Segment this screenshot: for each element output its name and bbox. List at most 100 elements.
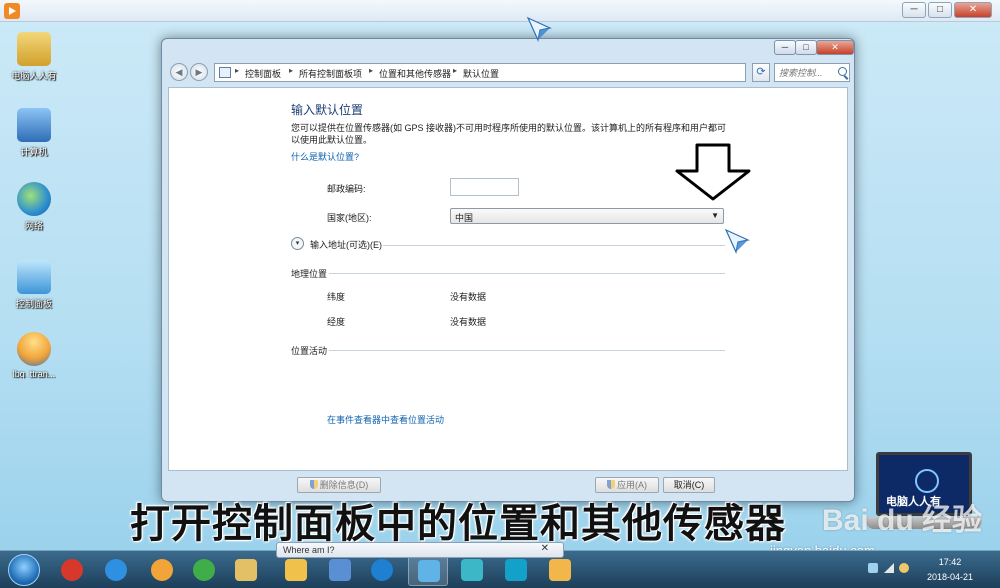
desktop-icon-computer[interactable]: 计算机 [6,108,62,158]
headset-icon [505,559,527,581]
divider [329,350,725,351]
outer-close-button[interactable]: ✕ [954,2,992,18]
enter-address-toggle[interactable]: 输入地址(可选)(E) [310,238,382,251]
postal-code-label: 邮政编码: [327,184,366,194]
taskbar-app-jiang-app[interactable] [52,554,92,586]
taskbar-app-ie[interactable] [96,554,136,586]
search-icon[interactable] [838,67,847,76]
clock-date: 2018-04-21 [926,572,974,582]
control-panel-icon [418,560,440,582]
country-label: 国家(地区): [327,213,372,223]
taskbar-app-media-player[interactable] [142,554,182,586]
what-is-default-location-link[interactable]: 什么是默认位置? [291,150,359,163]
back-button[interactable]: ◀ [170,63,188,81]
divider [329,273,725,274]
taskbar-app-headset[interactable] [496,554,536,586]
breadcrumb-separator-icon[interactable]: ▸ [289,66,293,75]
media-file-icon [17,332,51,366]
pinwheel-icon [461,559,483,581]
breadcrumb-location-sensors[interactable]: 位置和其他传感器 [379,67,451,80]
latitude-value: 没有数据 [450,292,487,302]
edge-like-icon [371,559,393,581]
window-maximize-button[interactable]: □ [795,40,817,55]
page-title: 输入默认位置 [291,103,364,117]
taskbar-app-control-panel[interactable] [408,554,448,586]
preview-title: Where am I? [283,545,335,555]
taskbar-app-folder[interactable] [276,554,316,586]
control-panel-small-icon [219,67,231,78]
system-clock[interactable]: 17:42 2018-04-21 [924,555,976,585]
postal-code-input[interactable] [450,178,519,196]
jiang-app-icon [61,559,83,581]
expand-chevron-icon[interactable]: ▾ [291,237,304,250]
chevron-down-icon: ▼ [711,211,719,220]
taskbar-app-pinwheel[interactable] [452,554,492,586]
taskbar-app-edge-like[interactable] [362,554,402,586]
longitude-label: 经度 [327,317,346,327]
ie-icon [105,559,127,581]
outer-maximize-button[interactable]: □ [928,2,952,18]
breadcrumb-all-items[interactable]: 所有控制面板项 [299,67,362,80]
desktop-icon-label: lbq_ttran... [12,369,56,379]
breadcrumb-separator-icon[interactable]: ▸ [369,66,373,75]
taskbar-app-document[interactable] [320,554,360,586]
delete-info-label: 删除信息(D) [319,480,369,490]
location-activity-heading: 位置活动 [291,346,328,356]
longitude-value: 没有数据 [450,317,487,327]
chrome-icon [193,559,215,581]
apply-label: 应用(A) [617,480,647,490]
start-button[interactable] [8,554,40,586]
logo-orb-icon [915,469,939,493]
paint-icon [549,559,571,581]
taskbar-app-chrome[interactable] [184,554,224,586]
breadcrumb-default-location[interactable]: 默认位置 [463,67,499,80]
media-player-icon [151,559,173,581]
computer-icon [17,108,51,142]
window-minimize-button[interactable]: ─ [774,40,796,55]
refresh-button[interactable]: ⟳ [752,63,770,82]
signal-icon[interactable] [884,563,894,573]
forward-button[interactable]: ▶ [190,63,208,81]
volume-icon[interactable] [899,563,909,573]
taskbar-app-explorer[interactable] [226,554,266,586]
baidu-watermark: Bai du 经验 [822,504,983,537]
tray-network-icon[interactable] [868,563,878,573]
taskbar-preview-tooltip[interactable]: Where am I? ✕ [276,542,564,558]
taskbar-app-paint[interactable] [540,554,580,586]
clock-time: 17:42 [938,557,962,567]
country-select[interactable]: 中国 ▼ [450,208,724,224]
desktop-icon-network[interactable]: 网络 [6,182,62,232]
recorder-app-icon [4,3,20,19]
geo-location-heading: 地理位置 [291,269,328,279]
navigation-bar: ◀ ▶ ▸ 控制面板 ▸ 所有控制面板项 ▸ 位置和其他传感器 ▸ 默认位置 ▾… [168,62,850,84]
country-selected-value: 中国 [455,213,474,223]
control-panel-icon [17,260,51,294]
tutorial-caption: 打开控制面板中的位置和其他传感器 [130,500,786,547]
latitude-label: 纬度 [327,292,346,302]
page-description: 您可以提供在位置传感器(如 GPS 接收器)不可用时程序所使用的默认位置。该计算… [291,123,727,145]
network-globe-icon [17,182,51,216]
search-input[interactable] [779,66,833,79]
outer-minimize-button[interactable]: ─ [902,2,926,18]
breadcrumb-separator-icon[interactable]: ▸ [453,66,457,75]
desktop-icon-media[interactable]: lbq_ttran... [6,332,62,379]
desktop-icon-control-panel[interactable]: 控制面板 [6,260,62,310]
breadcrumb-separator-icon: ▸ [235,66,240,75]
preview-close-icon[interactable]: ✕ [541,543,549,554]
desktop-icon-label: 网络 [24,221,43,231]
tutorial-down-arrow-icon [675,143,751,201]
view-events-link[interactable]: 在事件查看器中查看位置活动 [327,413,444,426]
user-folder-icon [17,32,51,66]
desktop-icon-user[interactable]: 电脑人人有 [6,32,62,82]
cursor-arrow-icon [526,16,552,42]
folder-icon [285,559,307,581]
control-panel-window: ─ □ ✕ ◀ ▶ ▸ 控制面板 ▸ 所有控制面板项 ▸ 位置和其他传感器 ▸ … [161,38,855,502]
desktop-icon-label: 计算机 [20,147,48,157]
window-close-button[interactable]: ✕ [816,40,854,55]
address-bar[interactable]: ▸ 控制面板 ▸ 所有控制面板项 ▸ 位置和其他传感器 ▸ 默认位置 ▾ [214,63,787,82]
divider [383,245,725,246]
search-box[interactable] [774,63,850,82]
desktop-icon-label: 电脑人人有 [11,71,57,81]
explorer-icon [235,559,257,581]
breadcrumb-control-panel[interactable]: 控制面板 [245,67,281,80]
